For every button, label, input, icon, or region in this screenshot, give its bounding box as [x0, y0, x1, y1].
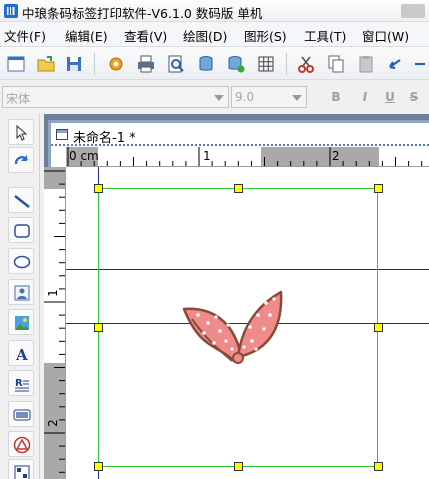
resize-handle-top-right[interactable] — [374, 184, 383, 193]
qrcode-icon — [14, 465, 30, 479]
menu-bar: 文件(F) 编辑(E) 查看(V) 绘图(D) 图形(S) 工具(T) 窗口(W… — [0, 22, 429, 46]
ruler-label-v1: 1 — [45, 289, 60, 297]
ruler-ticks — [44, 170, 65, 473]
resize-handle-top[interactable] — [234, 184, 243, 193]
font-family-select[interactable]: 宋体 — [2, 86, 229, 108]
image-tool-button[interactable] — [8, 279, 34, 305]
menu-file[interactable]: 文件(F) — [4, 26, 46, 45]
menu-window[interactable]: 窗口(W) — [362, 26, 409, 45]
text-tool-button[interactable]: A — [8, 340, 34, 366]
undo-icon[interactable] — [386, 54, 406, 74]
cut-scissors-icon[interactable] — [296, 54, 316, 74]
shape-tool-button[interactable] — [8, 431, 34, 457]
italic-button[interactable]: I — [356, 90, 374, 106]
rotate-icon — [14, 155, 29, 165]
chevron-down-icon — [292, 95, 302, 101]
paragraph-text-icon: R — [15, 378, 29, 392]
print-preview-icon[interactable] — [166, 54, 186, 74]
resize-handle-left[interactable] — [94, 323, 103, 332]
vertical-ruler: 1 2 — [44, 167, 66, 479]
menu-edit[interactable]: 编辑(E) — [65, 26, 108, 45]
database-settings-icon[interactable] — [226, 54, 246, 74]
label-canvas[interactable] — [66, 167, 429, 479]
ellipse-icon — [13, 255, 31, 269]
line-tool-button[interactable] — [8, 187, 34, 213]
font-family-value: 宋体 — [6, 92, 31, 106]
picture-tool-button[interactable] — [8, 309, 34, 335]
underline-button[interactable]: U — [381, 90, 399, 106]
paste-icon[interactable] — [356, 54, 376, 74]
redo-icon[interactable] — [412, 54, 429, 74]
barcode-icon — [13, 409, 31, 421]
ruler-label-1: 1 — [203, 149, 211, 163]
resize-handle-top-left[interactable] — [94, 184, 103, 193]
font-size-select[interactable]: 9.0 — [231, 86, 307, 108]
title-bar: 中琅条码标签打印软件-V6.1.0 数码版 单机 — [0, 0, 429, 22]
svg-text:R: R — [15, 378, 23, 389]
svg-text:A: A — [15, 346, 28, 363]
copy-icon[interactable] — [326, 54, 346, 74]
main-toolbar — [0, 46, 429, 80]
font-size-value: 9.0 — [235, 90, 255, 104]
paragraph-text-tool-button[interactable]: R — [8, 370, 34, 396]
qrcode-tool-button[interactable] — [8, 459, 34, 479]
grid-icon[interactable] — [256, 54, 276, 74]
ellipse-tool-button[interactable] — [8, 248, 34, 274]
new-document-icon[interactable] — [6, 54, 26, 74]
resize-handle-bottom-right[interactable] — [374, 462, 383, 471]
menu-draw[interactable]: 绘图(D) — [183, 26, 227, 45]
app-icon — [4, 4, 18, 18]
barcode-tool-button[interactable] — [8, 401, 34, 427]
resize-handle-bottom-left[interactable] — [94, 462, 103, 471]
window-title: 中琅条码标签打印软件-V6.1.0 数码版 单机 — [22, 6, 263, 21]
landscape-image-icon — [15, 316, 29, 330]
menu-tools[interactable]: 工具(T) — [304, 26, 346, 45]
ruler-label-2: 2 — [332, 149, 340, 163]
drawing-toolbox: A R — [0, 114, 40, 479]
leaf-sprout-image[interactable] — [178, 285, 290, 369]
triangle-shape-icon — [13, 436, 31, 454]
ruler-label-0: 0 cm — [69, 149, 99, 163]
font-toolbar: 宋体 9.0 B I U S — [0, 80, 429, 114]
settings-gear-icon[interactable] — [106, 54, 126, 74]
ruler-ticks — [67, 147, 423, 166]
pan-tool-button[interactable] — [8, 147, 34, 173]
strikethrough-button[interactable]: S — [405, 90, 423, 106]
rounded-rectangle-tool-button[interactable] — [8, 217, 34, 243]
horizontal-ruler: 0 cm 1 2 — [66, 147, 429, 167]
document-tab[interactable]: 未命名-1 * — [51, 123, 429, 147]
picture-icon — [14, 285, 30, 301]
resize-handle-bottom[interactable] — [234, 462, 243, 471]
open-folder-icon[interactable] — [36, 54, 56, 74]
select-tool-button[interactable] — [8, 119, 34, 145]
menu-view[interactable]: 查看(V) — [124, 26, 167, 45]
text-a-icon: A — [15, 346, 28, 363]
line-icon — [14, 195, 30, 208]
chevron-down-icon — [214, 95, 224, 101]
window-control-button[interactable] — [401, 4, 425, 18]
database-icon[interactable] — [196, 54, 216, 74]
save-icon[interactable] — [64, 54, 84, 74]
print-icon[interactable] — [136, 54, 156, 74]
ruler-label-v2: 2 — [45, 419, 60, 427]
tab-divider — [51, 144, 429, 146]
resize-handle-right[interactable] — [374, 323, 383, 332]
rounded-rectangle-icon — [14, 224, 30, 238]
bold-button[interactable]: B — [327, 90, 345, 106]
document-window-icon — [56, 129, 68, 140]
cursor-arrow-icon — [16, 124, 28, 141]
menu-shape[interactable]: 图形(S) — [244, 26, 287, 45]
